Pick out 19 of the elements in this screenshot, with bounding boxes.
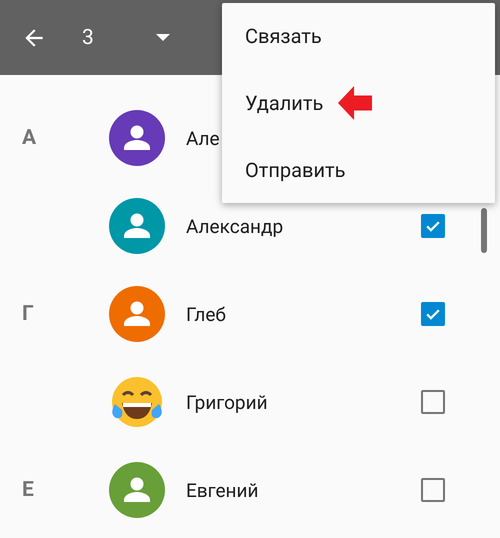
dropdown-icon[interactable] [156,34,170,42]
contact-name: Григорий [186,390,269,414]
checkbox[interactable] [421,478,445,502]
checkbox[interactable] [421,302,445,326]
menu-item[interactable]: Удалить [245,90,324,115]
section-letter: A [22,126,36,150]
scrollbar[interactable] [481,208,487,253]
menu-item[interactable]: Отправить [245,158,346,182]
selection-count: 3 [82,26,94,50]
checkbox[interactable] [421,214,445,238]
contact-name: Але [186,126,221,150]
contact-name: Глеб [186,302,227,326]
laughing-emoji-icon [109,374,165,430]
section-letter: Е [22,478,34,502]
contact-name: Евгений [186,478,260,502]
contact-name: Александр [186,214,284,238]
menu-item[interactable]: Связать [245,24,322,48]
section-letter: Г [22,302,34,326]
checkbox[interactable] [421,390,445,414]
